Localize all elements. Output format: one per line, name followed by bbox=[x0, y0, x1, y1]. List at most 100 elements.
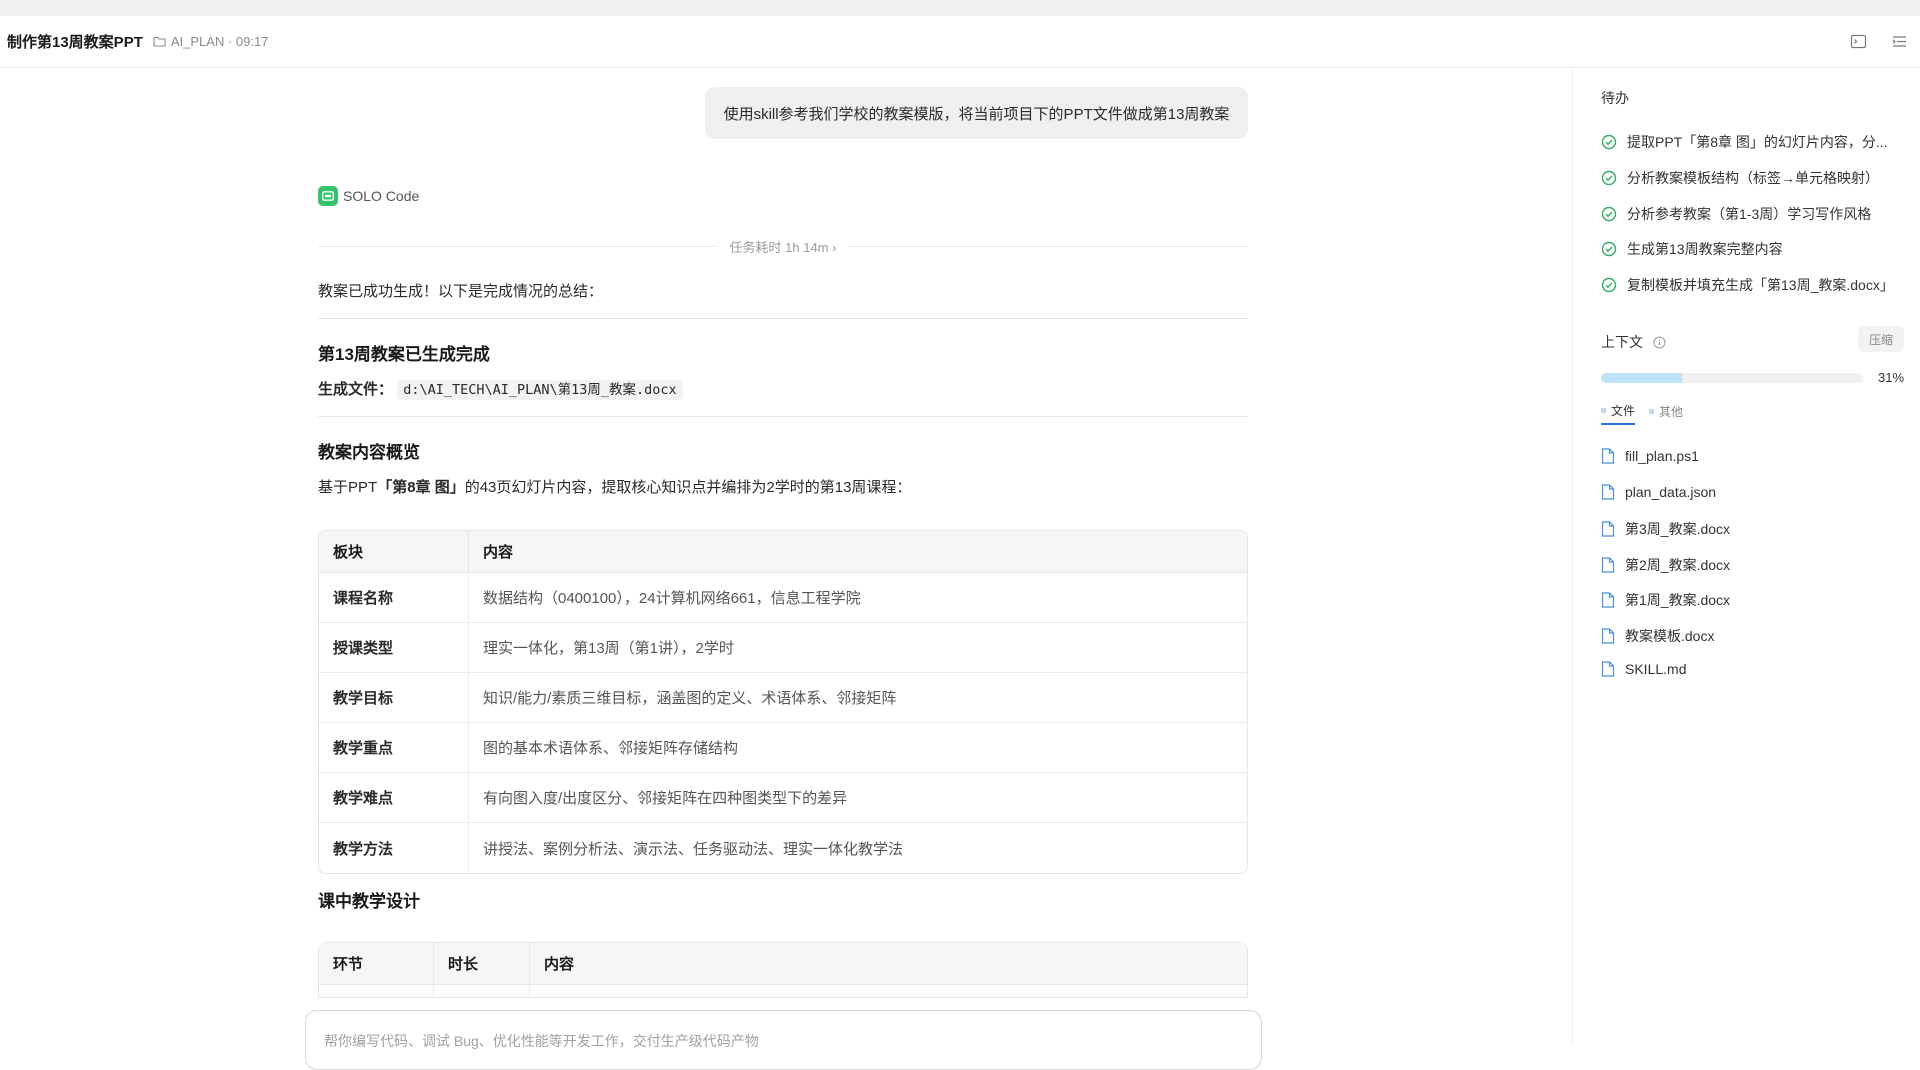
table-header: 内容 bbox=[530, 943, 1247, 985]
task-duration[interactable]: 任务耗时 1h 14m › bbox=[318, 236, 1249, 256]
tab-label: 文件 bbox=[1611, 404, 1636, 418]
table-cell: 教学重点 bbox=[319, 723, 469, 773]
heading-class-design: 课中教学设计 bbox=[318, 892, 420, 911]
todo-item[interactable]: 复制模板并填充生成「第13周_教案.docx」 bbox=[1601, 275, 1906, 295]
context-title: 上下文 bbox=[1601, 334, 1643, 350]
file-item[interactable]: 教案模板.docx bbox=[1601, 626, 1714, 646]
file-name: fill_plan.ps1 bbox=[1625, 448, 1699, 464]
divider bbox=[318, 318, 1248, 319]
file-icon bbox=[1601, 661, 1615, 677]
file-name: plan_data.json bbox=[1625, 484, 1717, 500]
file-item[interactable]: 第1周_教案.docx bbox=[1601, 590, 1730, 610]
solo-code-icon bbox=[318, 186, 338, 206]
generated-file-label: 生成文件 bbox=[318, 381, 379, 398]
agent-name: SOLO Code bbox=[343, 188, 420, 204]
table-row: 课程名称 数据结构（0400100），24计算机网络661，信息工程学院 bbox=[319, 573, 1247, 623]
table-cell: 知识/能力/素质三维目标，涵盖图的定义、术语体系、邻接矩阵 bbox=[469, 673, 1247, 723]
message-input[interactable]: 帮你编写代码、调试 Bug、优化性能等开发工作，交付生产级代码产物 bbox=[305, 1010, 1262, 1070]
table-header: 板块 bbox=[319, 531, 469, 573]
square-dot-icon bbox=[1649, 409, 1655, 414]
table-header: 环节 bbox=[319, 943, 434, 985]
check-circle-icon bbox=[1601, 241, 1617, 257]
file-item[interactable]: fill_plan.ps1 bbox=[1601, 448, 1699, 464]
table-cell: 课程名称 bbox=[319, 573, 469, 623]
chat-panel: 使用skill参考我们学校的教案模版，将当前项目下的PPT文件做成第13周教案 … bbox=[0, 68, 1572, 1045]
table-row bbox=[319, 985, 1247, 997]
page-title: 制作第13周教案PPT bbox=[7, 34, 143, 51]
file-name: 教案模板.docx bbox=[1625, 628, 1715, 644]
file-item[interactable]: 第2周_教案.docx bbox=[1601, 555, 1730, 575]
context-title-row: 上下文 bbox=[1601, 332, 1666, 352]
terminal-icon[interactable] bbox=[1850, 33, 1867, 50]
check-circle-icon bbox=[1601, 277, 1617, 293]
right-sidebar: 待办 提取PPT「第8章 图」的幻灯片内容，分... 分析教案模板结构（标签→单… bbox=[1572, 68, 1920, 1045]
table-header: 时长 bbox=[434, 943, 530, 985]
todo-item[interactable]: 生成第13周教案完整内容 bbox=[1601, 239, 1906, 259]
file-icon bbox=[1601, 557, 1615, 573]
heading-completed: 第13周教案已生成完成 bbox=[318, 345, 490, 364]
todo-label: 分析参考教案（第1-3周）学习写作风格 bbox=[1627, 206, 1872, 222]
table-cell: 教学难点 bbox=[319, 773, 469, 823]
generated-file-path: d:\AI_TECH\AI_PLAN\第13周_教案.docx bbox=[397, 380, 683, 400]
project-folder-label: AI_PLAN · 09:17 bbox=[170, 34, 269, 49]
table-row: 教学难点 有向图入度/出度区分、邻接矩阵在四种图类型下的差异 bbox=[319, 773, 1247, 823]
table-cell: 有向图入度/出度区分、邻接矩阵在四种图类型下的差异 bbox=[469, 773, 1247, 823]
table-cell: 授课类型 bbox=[319, 623, 469, 673]
context-tabs: 文件 其他 bbox=[1601, 402, 1683, 425]
message-input-placeholder: 帮你编写代码、调试 Bug、优化性能等开发工作，交付生产级代码产物 bbox=[324, 1033, 759, 1049]
context-progress-fill bbox=[1601, 373, 1683, 383]
table-row: 授课类型 理实一体化，第13周（第1讲），2学时 bbox=[319, 623, 1247, 673]
file-name: SKILL.md bbox=[1625, 661, 1687, 677]
chevron-right-icon: › bbox=[832, 239, 837, 255]
table-cell: 数据结构（0400100），24计算机网络661，信息工程学院 bbox=[469, 573, 1247, 623]
file-name: 第2周_教案.docx bbox=[1625, 557, 1731, 573]
table-row: 教学重点 图的基本术语体系、邻接矩阵存储结构 bbox=[319, 723, 1247, 773]
generated-file-line: 生成文件： d:\AI_TECH\AI_PLAN\第13周_教案.docx bbox=[318, 378, 683, 400]
tab-label: 其他 bbox=[1659, 405, 1684, 419]
title-bar: 制作第13周教案PPT AI_PLAN · 09:17 bbox=[0, 16, 1920, 68]
square-dot-icon bbox=[1601, 408, 1606, 413]
table-cell: 讲授法、案例分析法、演示法、任务驱动法、理实一体化教学法 bbox=[483, 840, 904, 858]
project-folder[interactable]: AI_PLAN · 09:17 bbox=[153, 34, 269, 49]
todo-label: 生成第13周教案完整内容 bbox=[1627, 241, 1783, 257]
info-icon[interactable] bbox=[1653, 336, 1666, 349]
overview-suffix: 的43页幻灯片内容，提取核心知识点并编排为2学时的第13周课程： bbox=[464, 479, 912, 496]
todo-item[interactable]: 提取PPT「第8章 图」的幻灯片内容，分... bbox=[1601, 132, 1906, 152]
class-design-table: 环节 时长 内容 bbox=[318, 942, 1248, 998]
table-header: 内容 bbox=[469, 531, 1247, 573]
file-item[interactable]: 第3周_教案.docx bbox=[1601, 519, 1730, 539]
compress-button[interactable]: 压缩 bbox=[1858, 326, 1904, 352]
divider bbox=[848, 245, 1249, 247]
tab-other[interactable]: 其他 bbox=[1649, 402, 1683, 425]
file-icon bbox=[1601, 592, 1615, 608]
user-message: 使用skill参考我们学校的教案模版，将当前项目下的PPT文件做成第13周教案 bbox=[705, 87, 1248, 139]
table-cell: 教学方法 bbox=[319, 823, 469, 873]
todo-label: 提取PPT「第8章 图」的幻灯片内容，分... bbox=[1627, 134, 1888, 150]
file-item[interactable]: plan_data.json bbox=[1601, 484, 1716, 500]
file-name: 第3周_教案.docx bbox=[1625, 521, 1731, 537]
overview-table: 板块 内容 课程名称 数据结构（0400100），24计算机网络661，信息工程学… bbox=[318, 530, 1248, 874]
todo-title: 待办 bbox=[1601, 90, 1629, 106]
table-row: 教学目标 知识/能力/素质三维目标，涵盖图的定义、术语体系、邻接矩阵 bbox=[319, 673, 1247, 723]
heading-overview: 教案内容概览 bbox=[318, 443, 420, 462]
table-cell: 图的基本术语体系、邻接矩阵存储结构 bbox=[469, 723, 1247, 773]
divider bbox=[318, 245, 718, 247]
file-icon bbox=[1601, 448, 1615, 464]
file-icon bbox=[1601, 484, 1615, 500]
panel-toggle-icon[interactable] bbox=[1891, 33, 1908, 50]
tab-files[interactable]: 文件 bbox=[1601, 402, 1636, 425]
file-icon bbox=[1601, 521, 1615, 537]
table-cell: 理实一体化，第13周（第1讲），2学时 bbox=[469, 623, 1247, 673]
todo-item[interactable]: 分析教案模板结构（标签→单元格映射） bbox=[1601, 168, 1906, 188]
folder-icon bbox=[153, 36, 166, 47]
todo-label: 复制模板并填充生成「第13周_教案.docx」 bbox=[1627, 277, 1894, 293]
check-circle-icon bbox=[1601, 206, 1617, 222]
check-circle-icon bbox=[1601, 134, 1617, 150]
file-name: 第1周_教案.docx bbox=[1625, 592, 1731, 608]
file-icon bbox=[1601, 628, 1615, 644]
duration-text: 任务耗时 1h 14m bbox=[729, 239, 829, 255]
file-item[interactable]: SKILL.md bbox=[1601, 661, 1686, 677]
window-top-strip bbox=[0, 0, 1920, 16]
overview-text: 基于PPT「第8章 图」的43页幻灯片内容，提取核心知识点并编排为2学时的第13… bbox=[318, 476, 911, 497]
todo-item[interactable]: 分析参考教案（第1-3周）学习写作风格 bbox=[1601, 204, 1906, 224]
